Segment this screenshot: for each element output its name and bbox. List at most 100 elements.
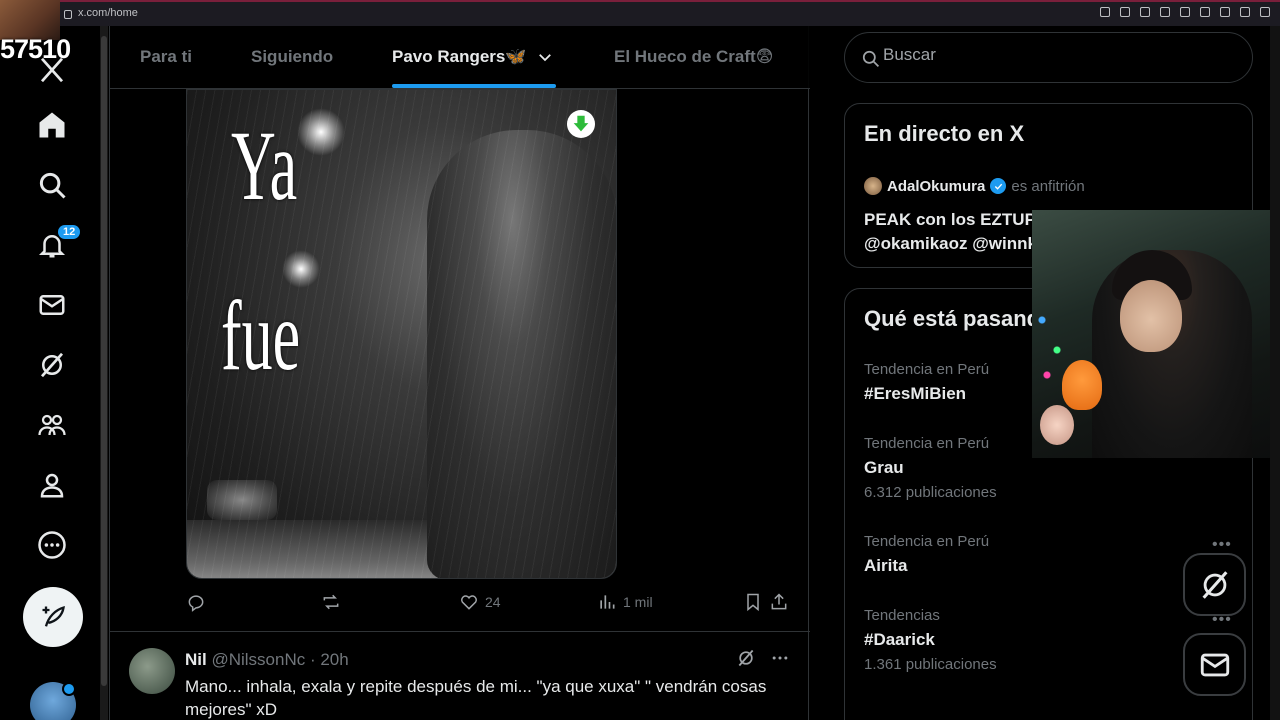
search-input[interactable]	[883, 45, 1223, 65]
post-image[interactable]: Ya fue	[186, 89, 617, 579]
trend-count: 1.361 publicaciones	[864, 656, 997, 673]
reply-tools	[736, 648, 790, 668]
live-host-row[interactable]: AdalOkumura es anfitrión	[864, 177, 1085, 195]
address-bar[interactable]: x.com/home	[64, 7, 138, 19]
trend-name: Airita	[864, 556, 908, 575]
streamer-face	[1120, 280, 1182, 352]
sidebar-item-messages[interactable]	[28, 281, 76, 329]
account-avatar[interactable]	[30, 682, 76, 720]
timeline-column: Para ti Siguiendo Pavo Rangers🦋 El Hueco…	[109, 26, 810, 720]
play-icon[interactable]	[1180, 7, 1190, 17]
zoom-icon[interactable]	[1100, 7, 1110, 17]
bookmark-button[interactable]	[743, 592, 763, 612]
views-button[interactable]: 1 mil	[597, 592, 653, 612]
mail-icon	[1200, 653, 1229, 676]
translate-icon[interactable]	[1260, 7, 1270, 17]
like-button[interactable]: 24	[459, 592, 501, 612]
more-icon	[38, 531, 66, 559]
charmander-figure	[1062, 360, 1102, 410]
compose-post-button[interactable]	[23, 587, 83, 647]
messages-fab-button[interactable]	[1183, 633, 1246, 696]
extensions-icon[interactable]	[1220, 7, 1230, 17]
right-scrollbar[interactable]	[1270, 26, 1280, 720]
trend-item[interactable]: Tendencia en Perú Grau 6.312 publicacion…	[864, 435, 997, 501]
meme-text-line1: Ya	[231, 110, 298, 221]
tab-pavo-rangers[interactable]: Pavo Rangers🦋	[392, 47, 527, 67]
avatar[interactable]	[129, 648, 175, 694]
share-button[interactable]	[769, 592, 789, 612]
tab-siguiendo[interactable]: Siguiendo	[251, 47, 333, 67]
bookmark-icon[interactable]	[1140, 7, 1150, 17]
host-role: es anfitrión	[1011, 177, 1085, 195]
lock-icon	[64, 9, 72, 19]
trend-count: 6.312 publicaciones	[864, 484, 997, 501]
search-box[interactable]	[844, 32, 1253, 83]
grok-icon	[1202, 570, 1227, 599]
repost-icon	[323, 594, 339, 610]
browser-extensions	[1100, 7, 1270, 17]
sidebar-item-explore[interactable]	[28, 161, 76, 209]
browser-toolbar: x.com/home	[0, 0, 1280, 26]
trend-context: Tendencia en Perú	[864, 361, 990, 378]
sidebar-item-communities[interactable]	[28, 401, 76, 449]
post-actions: 24 1 mil	[186, 592, 796, 618]
more-options-icon[interactable]	[770, 648, 790, 668]
chevron-down-icon[interactable]	[536, 48, 554, 66]
views-chart-icon	[600, 595, 615, 609]
reply-post[interactable]: Nil @NilssonNc · 20h Mano... inhala, exa…	[110, 632, 810, 720]
trend-context: Tendencias	[864, 607, 940, 624]
sidebar-item-profile[interactable]	[28, 461, 76, 509]
host-name: AdalOkumura	[887, 177, 986, 195]
meme-text-line2: fue	[221, 280, 301, 391]
verified-badge-icon	[990, 178, 1007, 194]
bookmark-icon	[747, 593, 759, 612]
sidebar-item-notifications[interactable]: 12	[28, 221, 81, 269]
url-text: x.com/home	[78, 7, 138, 19]
repost-button[interactable]	[321, 592, 341, 612]
author-handle-time[interactable]: @NilssonNc · 20h	[211, 650, 348, 669]
heart-icon	[461, 595, 477, 610]
view-count: 1 mil	[623, 594, 653, 610]
grok-fab-button[interactable]	[1183, 553, 1246, 616]
reply-button[interactable]	[186, 592, 206, 612]
profile-icon	[40, 473, 64, 498]
trend-item[interactable]: Tendencias #Daarick 1.361 publicaciones	[864, 607, 997, 673]
grok-icon[interactable]	[736, 648, 756, 668]
trend-context: Tendencia en Perú	[864, 533, 990, 550]
download-icon[interactable]	[1240, 7, 1250, 17]
more-dots-icon[interactable]: •••	[1212, 611, 1232, 629]
trend-context: Tendencia en Perú	[864, 435, 990, 452]
notifications-badge: 12	[58, 225, 81, 239]
x-logo-icon	[40, 57, 64, 83]
pin-icon[interactable]	[1120, 7, 1130, 17]
x-logo[interactable]	[28, 46, 76, 94]
shield-icon[interactable]	[1160, 7, 1170, 17]
download-button[interactable]	[567, 110, 595, 138]
grok-icon	[40, 352, 64, 378]
like-count: 24	[485, 594, 501, 610]
timeline-tabs: Para ti Siguiendo Pavo Rangers🦋 El Hueco…	[110, 26, 810, 89]
trend-item[interactable]: Tendencia en Perú #EresMiBien	[864, 361, 989, 404]
more-dots-icon[interactable]: •••	[1212, 536, 1232, 554]
communities-icon	[38, 414, 66, 436]
trend-name: Grau	[864, 458, 904, 477]
live-card-title: En directo en X	[864, 121, 1025, 146]
heart-icon[interactable]	[1200, 7, 1210, 17]
trend-name: #EresMiBien	[864, 384, 967, 403]
reply-header: Nil @NilssonNc · 20h	[185, 650, 349, 670]
home-icon	[39, 112, 65, 138]
trend-name: #Daarick	[864, 630, 935, 649]
sidebar-item-more[interactable]	[28, 521, 76, 569]
author-name[interactable]: Nil	[185, 650, 207, 669]
trends-card-title: Qué está pasando	[864, 306, 1054, 331]
feather-plus-icon	[42, 606, 65, 627]
active-tab-indicator	[392, 84, 556, 88]
sidebar-item-grok[interactable]	[28, 341, 76, 389]
sticker-character	[1040, 405, 1074, 445]
sidebar-item-home[interactable]	[28, 101, 76, 149]
trend-item[interactable]: Tendencia en Perú Airita	[864, 533, 989, 576]
left-scrollbar[interactable]	[100, 26, 108, 720]
comment-icon	[188, 595, 204, 612]
tab-el-hueco-de-craft[interactable]: El Hueco de Craft😨	[614, 47, 773, 67]
tab-para-ti[interactable]: Para ti	[140, 47, 192, 67]
